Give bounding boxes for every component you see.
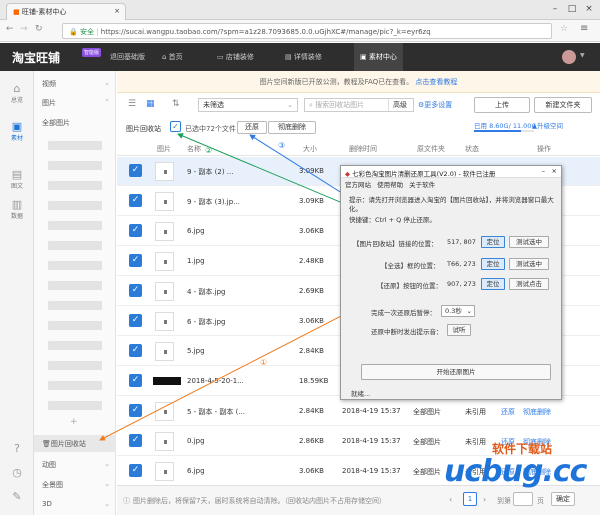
- pause-select[interactable]: 0.3秒 ⌄: [441, 305, 475, 317]
- app-icon: ◆: [345, 170, 350, 178]
- annotation-3: ③: [278, 141, 286, 150]
- menu-help[interactable]: 使用帮助: [377, 181, 403, 189]
- test-button[interactable]: 测试点击: [509, 278, 549, 290]
- listen-button[interactable]: 试听: [447, 324, 471, 336]
- field-label: 【还原】按钮的位置：: [377, 282, 442, 290]
- pause-label: 完成一次还原后暂停：: [371, 309, 436, 317]
- locate-button[interactable]: 定位: [481, 236, 505, 248]
- annotation-2: ②: [205, 146, 213, 155]
- watermark-logo: 软件下载站 ucbug.cc: [440, 440, 600, 502]
- pause-value: 0.3秒: [445, 307, 462, 315]
- dialog-minimize-icon[interactable]: –: [542, 167, 545, 175]
- chevron-down-icon: ⌄: [466, 307, 472, 315]
- dialog-titlebar: ◆ 七彩色淘宝图片清删还原工具(V2.0) - 软件已注册 – ×: [341, 166, 561, 178]
- field-label: 【图片回收站】链接的位置：: [353, 240, 438, 248]
- menu-about[interactable]: 关于软件: [409, 181, 435, 189]
- dialog-instruction: 提示：请先打开浏览器进入淘宝的【图片回收站】，并将浏览器窗口最大化。: [349, 196, 554, 213]
- annotation-1: ①: [260, 358, 268, 367]
- watermark-en: ucbug.cc: [444, 454, 587, 489]
- menu-official-site[interactable]: 官方网站: [345, 181, 371, 189]
- field-value: 907, 273: [447, 280, 476, 288]
- dialog-menu: 官方网站 使用帮助 关于软件: [345, 179, 435, 189]
- start-restore-button[interactable]: 开始还原图片: [361, 364, 551, 380]
- locate-button[interactable]: 定位: [481, 258, 505, 270]
- dialog-status: 就绪...: [351, 390, 371, 398]
- dialog-shortcut: 快捷键：Ctrl + Q 停止还原。: [349, 216, 436, 224]
- test-button[interactable]: 测试选中: [509, 258, 549, 270]
- dialog-close-icon[interactable]: ×: [552, 167, 557, 175]
- field-value: T66, 273: [447, 260, 476, 268]
- field-label: 【全选】框的位置：: [381, 262, 440, 270]
- dialog-title: 七彩色淘宝图片清删还原工具(V2.0) - 软件已注册: [352, 170, 496, 178]
- field-value: 517, 807: [447, 238, 476, 246]
- restore-tool-dialog: ◆ 七彩色淘宝图片清删还原工具(V2.0) - 软件已注册 – × 官方网站 使…: [340, 165, 562, 400]
- prompt-label: 还原中断时发出提示音：: [371, 328, 443, 336]
- test-button[interactable]: 测试选中: [509, 236, 549, 248]
- locate-button[interactable]: 定位: [481, 278, 505, 290]
